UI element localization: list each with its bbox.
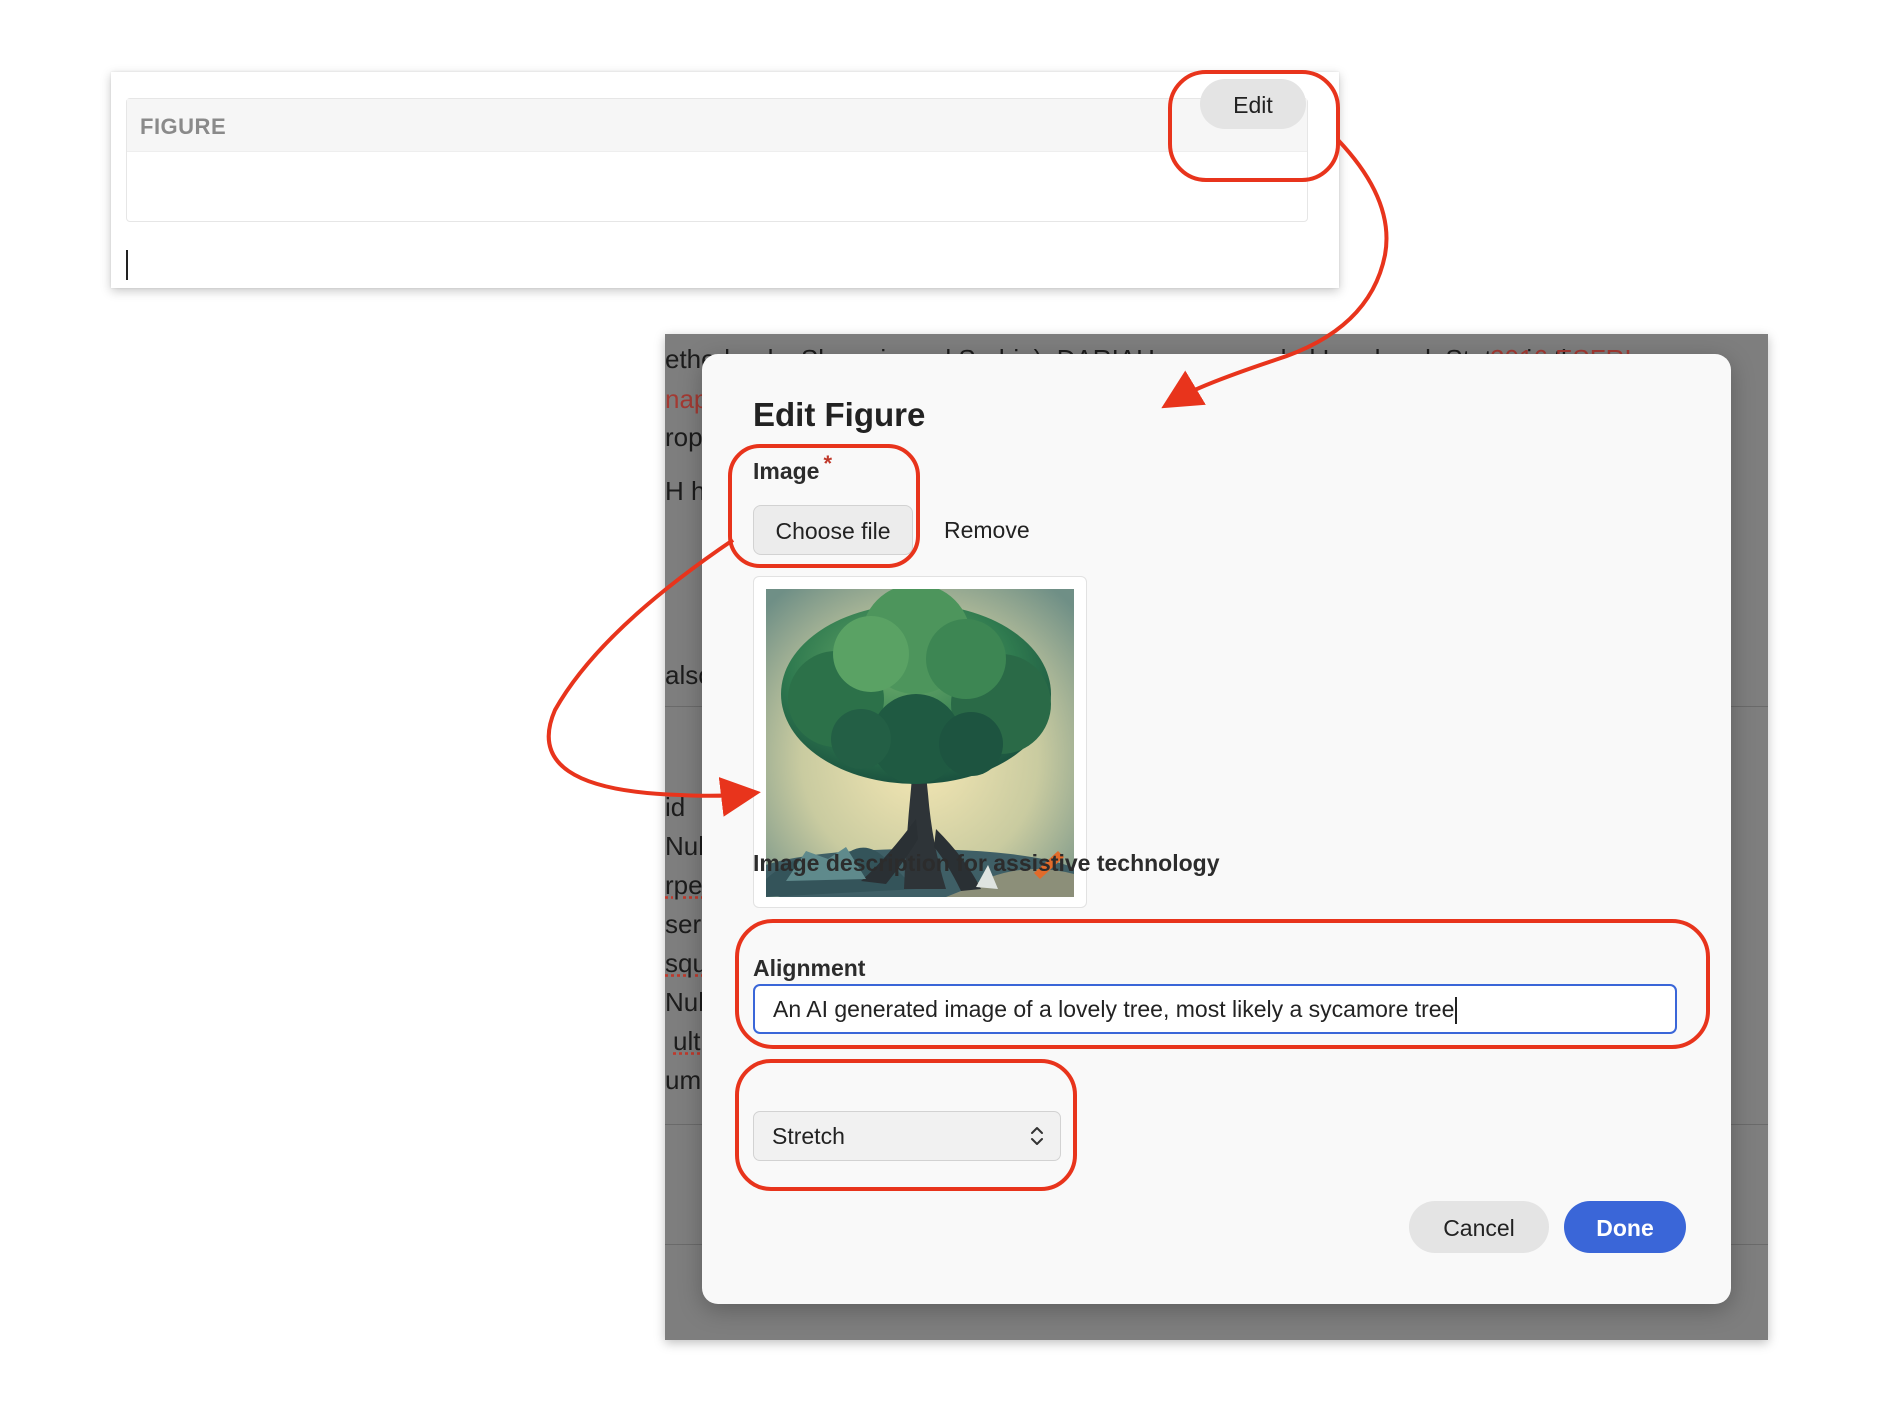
background-text-line: Nul: [665, 987, 705, 1017]
alignment-selected-value: Stretch: [772, 1123, 845, 1149]
figure-block-label: FIGURE: [140, 114, 227, 139]
edit-figure-dialog: Edit Figure Image * Choose file Remove I…: [702, 354, 1731, 1304]
required-marker: *: [823, 451, 833, 476]
alignment-field-label: Alignment: [753, 955, 866, 981]
figure-block-header: FIGURE: [127, 99, 1307, 152]
background-text-line: id: [665, 792, 686, 822]
editor-screenshot: etherlands, Slovenia and Serbia). DARIAH…: [665, 334, 1768, 1340]
image-field-label: Image *: [753, 451, 832, 485]
chevron-up-down-icon: [1031, 1127, 1043, 1145]
choose-file-button[interactable]: Choose file: [753, 505, 913, 555]
figure-block-screenshot: FIGURE Edit: [111, 72, 1339, 288]
background-text-line: rop: [665, 422, 703, 452]
background-text-line: ser: [665, 909, 702, 939]
text-cursor: [126, 250, 128, 280]
alignment-select[interactable]: Stretch: [753, 1111, 1061, 1161]
image-description-value: An AI generated image of a lovely tree, …: [773, 996, 1455, 1022]
background-text-line: ult: [673, 1026, 701, 1056]
image-label-text: Image: [753, 458, 820, 484]
background-text-line: um: [665, 1065, 702, 1095]
figure-edit-button[interactable]: Edit: [1200, 79, 1306, 129]
cancel-button[interactable]: Cancel: [1409, 1201, 1549, 1253]
image-description-input[interactable]: An AI generated image of a lovely tree, …: [753, 984, 1677, 1034]
background-text-line: squ: [665, 948, 707, 978]
figure-block: FIGURE: [126, 98, 1308, 222]
done-button[interactable]: Done: [1564, 1201, 1686, 1253]
background-text-line: Nul: [665, 831, 705, 861]
dialog-title: Edit Figure: [753, 396, 926, 433]
text-cursor: [1455, 997, 1458, 1025]
remove-image-button[interactable]: Remove: [944, 505, 1030, 555]
description-field-label: Image description for assistive technolo…: [753, 850, 1220, 876]
